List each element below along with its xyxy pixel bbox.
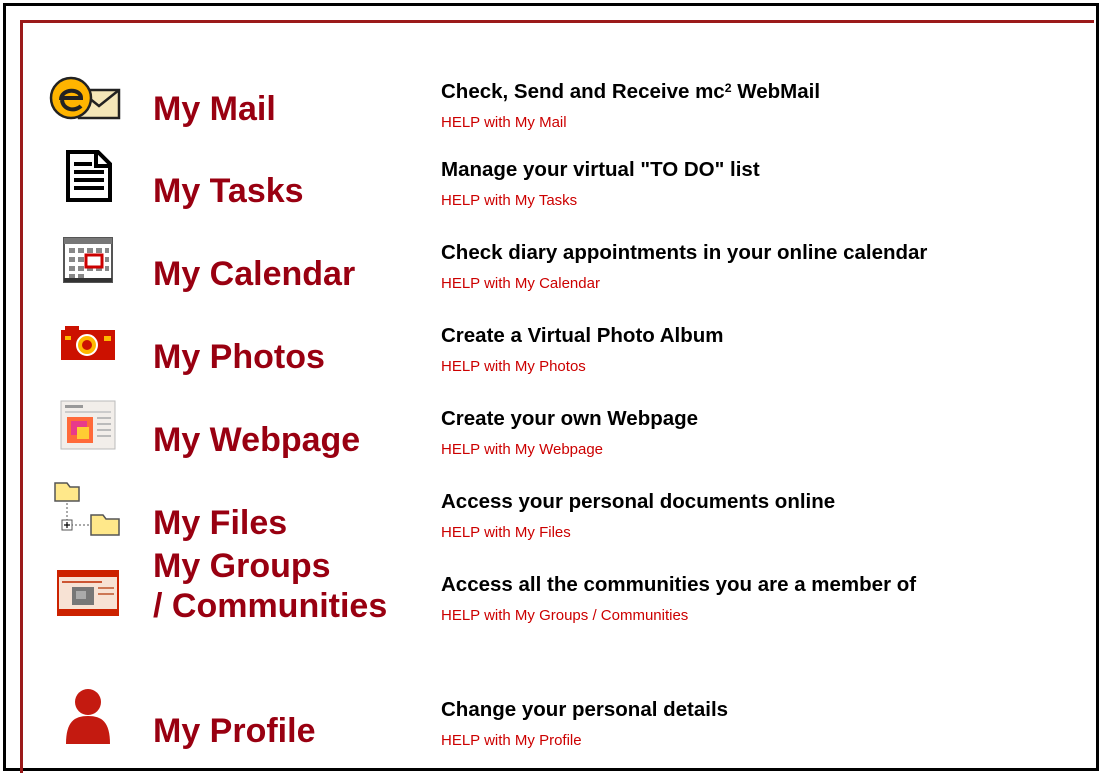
communities-link[interactable]: / Communities — [153, 588, 387, 624]
webpage-icon[interactable] — [48, 390, 128, 460]
service-row-calendar: My Calendar Check diary appointments in … — [23, 206, 1083, 292]
mail-description: Check, Send and Receive mc2 WebMail — [441, 80, 821, 103]
tasks-description: Manage your virtual "TO DO" list — [441, 158, 760, 181]
my-groups-link[interactable]: My Groups — [153, 548, 331, 584]
service-row-webpage: My Webpage Create your own Webpage HELP … — [23, 372, 1083, 458]
services-panel: My Mail Check, Send and Receive mc2 WebM… — [20, 20, 1094, 773]
camera-icon[interactable] — [48, 307, 128, 377]
webpage-description: Create your own Webpage — [441, 407, 699, 430]
my-profile-link[interactable]: My Profile — [153, 713, 315, 749]
service-row-profile: My Profile Change your personal details … — [23, 663, 1083, 749]
service-row-files: My Files Access your personal documents … — [23, 455, 1083, 541]
service-row-photos: My Photos Create a Virtual Photo Album H… — [23, 289, 1083, 375]
my-calendar-link[interactable]: My Calendar — [153, 256, 355, 292]
my-mail-link[interactable]: My Mail — [153, 91, 276, 127]
service-row-groups: My Groups / Communities Access all the c… — [23, 538, 1083, 624]
help-my-profile-link[interactable]: HELP with My Profile — [441, 732, 582, 750]
my-files-link[interactable]: My Files — [153, 505, 287, 541]
service-row-mail: My Mail Check, Send and Receive mc2 WebM… — [23, 45, 1083, 131]
service-row-tasks: My Tasks Manage your virtual "TO DO" lis… — [23, 123, 1083, 209]
profile-description: Change your personal details — [441, 698, 729, 721]
groups-window-icon[interactable] — [48, 558, 128, 628]
help-my-groups-link[interactable]: HELP with My Groups / Communities — [441, 607, 688, 625]
files-description: Access your personal documents online — [441, 490, 836, 513]
my-photos-link[interactable]: My Photos — [153, 339, 325, 375]
my-webpage-link[interactable]: My Webpage — [153, 422, 360, 458]
folder-tree-icon[interactable] — [48, 473, 128, 543]
groups-description: Access all the communities you are a mem… — [441, 573, 917, 596]
tasks-document-icon[interactable] — [48, 141, 128, 211]
profile-person-icon[interactable] — [48, 681, 128, 751]
my-tasks-link[interactable]: My Tasks — [153, 173, 304, 209]
calendar-icon[interactable] — [48, 224, 128, 294]
calendar-description: Check diary appointments in your online … — [441, 241, 928, 264]
photos-description: Create a Virtual Photo Album — [441, 324, 724, 347]
